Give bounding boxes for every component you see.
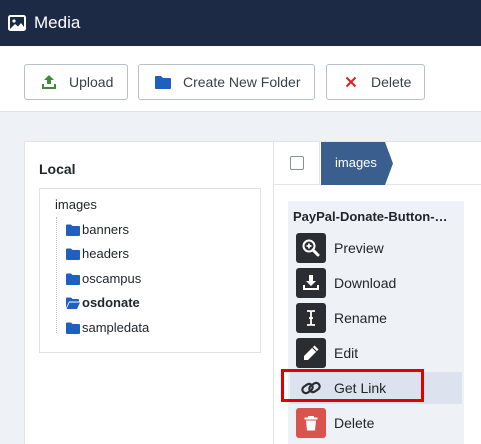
action-label: Delete xyxy=(334,415,375,431)
folder-tree: images banners headers oscampus osdonate… xyxy=(39,188,261,353)
delete-button[interactable]: Delete xyxy=(326,64,425,100)
tree-item-osdonate[interactable]: osdonate xyxy=(66,295,140,310)
delete-label: Delete xyxy=(371,74,412,90)
tree-item-label: headers xyxy=(82,246,129,261)
toolbar: Upload Create New Folder Delete xyxy=(0,46,481,112)
tree-item-label: oscampus xyxy=(82,271,142,286)
pencil-icon xyxy=(296,338,326,368)
image-icon xyxy=(8,14,26,32)
text-cursor-icon xyxy=(296,303,326,333)
get-link-action[interactable]: Get Link xyxy=(290,372,462,404)
download-icon xyxy=(296,268,326,298)
tree-item-oscampus[interactable]: oscampus xyxy=(66,271,141,286)
tree-root-images[interactable]: images xyxy=(55,197,97,212)
tree-item-label: sampledata xyxy=(82,320,150,335)
link-icon xyxy=(296,373,326,403)
tree-item-sampledata[interactable]: sampledata xyxy=(66,320,149,335)
action-label: Rename xyxy=(334,310,387,326)
tree-item-banners[interactable]: banners xyxy=(66,222,129,237)
download-action[interactable]: Download xyxy=(290,267,462,299)
edit-action[interactable]: Edit xyxy=(290,337,462,369)
select-all-checkbox[interactable] xyxy=(290,156,304,170)
upload-button[interactable]: Upload xyxy=(24,64,128,100)
breadcrumb-bar: images xyxy=(274,142,481,185)
folder-icon xyxy=(66,224,80,236)
action-label: Download xyxy=(334,275,397,291)
delete-action[interactable]: Delete xyxy=(290,407,462,439)
folder-icon xyxy=(66,273,80,285)
file-name: PayPal-Donate-Button-… xyxy=(293,209,448,224)
tree-guide-line xyxy=(56,217,57,333)
browser-panel: images PayPal-Donate-Button-… Preview Do… xyxy=(274,141,481,444)
action-label: Edit xyxy=(334,345,359,361)
upload-label: Upload xyxy=(69,74,114,90)
page-title: Media xyxy=(34,13,81,32)
folder-icon xyxy=(66,322,80,334)
preview-action[interactable]: Preview xyxy=(290,232,462,264)
create-folder-label: Create New Folder xyxy=(183,74,301,90)
breadcrumb-item-images[interactable]: images xyxy=(321,142,393,185)
trash-icon xyxy=(296,408,326,438)
tree-item-label: banners xyxy=(82,222,129,237)
tree-item-headers[interactable]: headers xyxy=(66,246,129,261)
breadcrumb-label: images xyxy=(335,155,377,170)
folder-icon xyxy=(66,248,80,260)
file-card: PayPal-Donate-Button-… Preview Download … xyxy=(288,201,464,444)
rename-action[interactable]: Rename xyxy=(290,302,462,334)
zoom-in-icon xyxy=(296,233,326,263)
action-label: Get Link xyxy=(334,380,387,396)
divider xyxy=(319,142,320,185)
folder-panel: Local images banners headers oscampus os… xyxy=(24,141,274,444)
app-header: Media xyxy=(0,0,481,46)
folder-icon xyxy=(155,74,171,90)
action-label: Preview xyxy=(334,240,384,256)
close-icon xyxy=(343,74,359,90)
create-folder-button[interactable]: Create New Folder xyxy=(138,64,315,100)
folder-open-icon xyxy=(66,297,80,309)
tree-item-label: osdonate xyxy=(82,295,140,310)
local-label: Local xyxy=(39,161,76,177)
upload-icon xyxy=(41,74,57,90)
